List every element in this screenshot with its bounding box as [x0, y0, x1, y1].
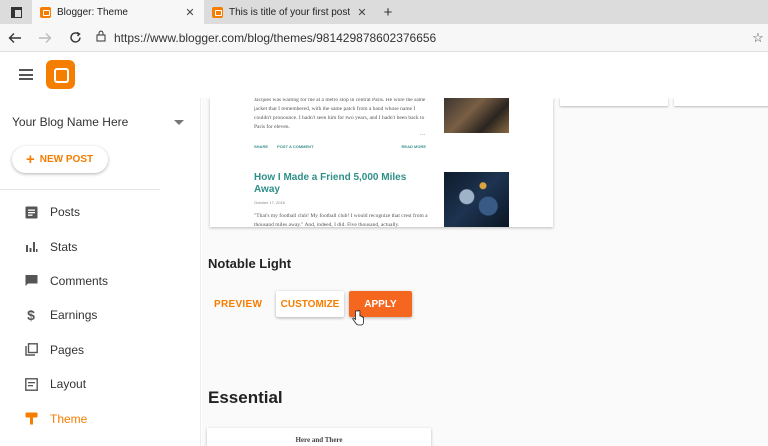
- theme-card-title: Here and There: [295, 436, 343, 444]
- new-post-button[interactable]: + NEW POST: [12, 146, 108, 173]
- blog-name: Your Blog Name Here: [12, 115, 129, 129]
- themes-main: Jacques was waiting for me at a metro st…: [202, 98, 768, 446]
- sidebar-item-label: Posts: [50, 205, 81, 220]
- pages-icon: [24, 343, 38, 357]
- hamburger-menu-icon[interactable]: [19, 69, 33, 80]
- post-actions: SHARE POST A COMMENT READ MORE: [254, 144, 426, 149]
- hand-cursor-icon: [352, 309, 364, 331]
- customize-button[interactable]: CUSTOMIZE: [276, 291, 344, 317]
- blogger-favicon-icon: [212, 6, 223, 18]
- theme-name: Notable Light: [208, 256, 292, 271]
- sidebar-item-layout[interactable]: Layout: [0, 367, 200, 401]
- sidebar-divider: [0, 189, 160, 190]
- sidebar-item-label: Theme: [50, 411, 88, 426]
- post-excerpt: "That's my football club! My football cl…: [254, 213, 428, 227]
- post-date: October 17, 2016: [254, 200, 285, 205]
- new-tab-button[interactable]: +: [376, 0, 400, 24]
- forward-icon[interactable]: [30, 24, 60, 52]
- tab-title: This is title of your first post: [229, 6, 351, 18]
- post-image: [444, 172, 509, 227]
- favorite-star-icon[interactable]: ☆: [748, 30, 768, 46]
- refresh-icon[interactable]: [60, 24, 90, 52]
- theme-thumbnail[interactable]: [674, 98, 768, 106]
- app-header: [0, 52, 768, 98]
- sidebar-item-label: Comments: [50, 273, 109, 288]
- post-excerpt: Jacques was waiting for me at a metro st…: [254, 98, 426, 131]
- earnings-icon: $: [27, 307, 35, 324]
- post-image: [444, 98, 509, 133]
- sidebar-item-label: Pages: [50, 342, 85, 357]
- window-menu-icon[interactable]: [0, 0, 32, 24]
- sidebar-item-theme[interactable]: Theme: [0, 401, 200, 435]
- sidebar-item-label: Stats: [50, 239, 78, 254]
- plus-icon: +: [26, 151, 35, 168]
- sidebar-item-label: Layout: [50, 377, 87, 392]
- browser-tab-bar: Blogger: Theme ✕ This is title of your f…: [0, 0, 768, 24]
- url-text: https://www.blogger.com/blog/themes/9814…: [114, 30, 437, 45]
- blog-selector[interactable]: Your Blog Name Here: [12, 112, 184, 132]
- blogger-app: Your Blog Name Here + NEW POST Posts Sta…: [0, 52, 768, 446]
- read-more-link: READ MORE: [401, 144, 426, 149]
- blogger-logo-icon[interactable]: [46, 60, 75, 89]
- excerpt-ellipsis: ...: [420, 131, 426, 137]
- tab-blogger-theme[interactable]: Blogger: Theme ✕: [32, 0, 204, 24]
- address-bar: https://www.blogger.com/blog/themes/9814…: [0, 24, 768, 52]
- comments-icon: [24, 274, 38, 288]
- close-tab-icon[interactable]: ✕: [356, 6, 368, 19]
- sidebar-item-pages[interactable]: Pages: [0, 333, 200, 367]
- comment-link: POST A COMMENT: [277, 144, 314, 149]
- layout-icon: [24, 377, 38, 391]
- essential-theme-card[interactable]: Here and There: [207, 428, 431, 446]
- new-post-label: NEW POST: [39, 154, 94, 165]
- post-title: How I Made a Friend 5,000 Miles Away: [254, 172, 407, 195]
- sidebar-item-earnings[interactable]: $ Earnings: [0, 298, 200, 332]
- tab-first-post[interactable]: This is title of your first post ✕: [204, 0, 376, 24]
- sidebar-item-comments[interactable]: Comments: [0, 264, 200, 298]
- theme-thumbnail[interactable]: [560, 98, 668, 106]
- url-field[interactable]: https://www.blogger.com/blog/themes/9814…: [96, 27, 748, 49]
- sidebar-nav: Posts Stats Comments $ Earnings Pages La…: [0, 195, 200, 436]
- sidebar: Your Blog Name Here + NEW POST Posts Sta…: [0, 98, 201, 446]
- posts-icon: [24, 205, 38, 219]
- blogger-favicon-icon: [40, 6, 51, 18]
- tab-title: Blogger: Theme: [57, 6, 128, 18]
- dropdown-caret-icon: [174, 119, 184, 125]
- sidebar-item-posts[interactable]: Posts: [0, 195, 200, 229]
- stats-icon: [24, 240, 38, 254]
- lock-icon: [96, 29, 106, 47]
- theme-icon: [24, 412, 38, 426]
- section-title: Essential: [208, 388, 283, 407]
- close-tab-icon[interactable]: ✕: [184, 6, 196, 19]
- sidebar-item-label: Earnings: [50, 308, 98, 323]
- theme-preview-card[interactable]: Jacques was waiting for me at a metro st…: [210, 98, 553, 227]
- share-link: SHARE: [254, 144, 269, 149]
- preview-button[interactable]: PREVIEW: [214, 292, 262, 316]
- back-icon[interactable]: [0, 24, 30, 52]
- sidebar-item-stats[interactable]: Stats: [0, 229, 200, 263]
